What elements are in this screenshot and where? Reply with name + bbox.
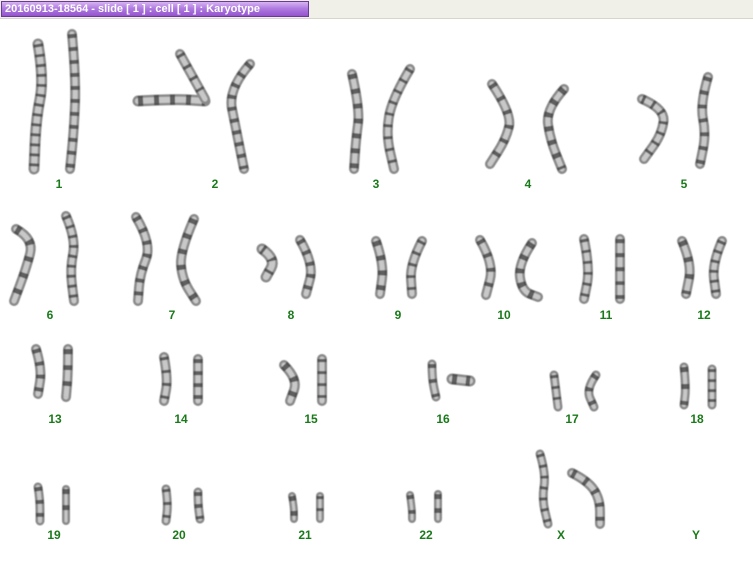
chromosome-chr-17-b	[584, 370, 601, 412]
label-chr-3: 3	[372, 177, 380, 191]
label-chr-16: 16	[436, 412, 450, 426]
chromosome-chr-2-b	[175, 49, 210, 104]
label-chr-22: 22	[419, 528, 433, 542]
chromosome-chr-13-a	[31, 344, 46, 399]
chromosome-highlight	[161, 354, 170, 404]
chromosome-chr-6-b	[61, 211, 79, 306]
chromosome-chr-3-a	[347, 69, 364, 174]
chromosome-chr-1-a	[28, 38, 48, 175]
chromosome-chr-20-b	[193, 487, 205, 524]
label-chr-6: 6	[46, 308, 54, 322]
chromosome-chr-4-a	[485, 79, 515, 169]
window-title-tab[interactable]: 20160913-18564 - slide [ 1 ] : cell [ 1 …	[1, 1, 309, 17]
label-chr-13: 13	[48, 412, 62, 426]
chromosome-chr-16-b	[446, 373, 476, 387]
chromosome-highlight	[63, 346, 71, 400]
chromosome-chr-11-a	[579, 234, 593, 304]
chromosome-chr-5-a	[637, 94, 669, 164]
chromosome-chr-16-a	[427, 359, 441, 402]
label-chr-19: 19	[47, 528, 61, 542]
label-chr-7: 7	[168, 308, 176, 322]
label-chr-5: 5	[680, 177, 688, 191]
label-chr-14: 14	[174, 412, 188, 426]
chromosome-chr-20-a	[161, 484, 172, 526]
label-chr-15: 15	[304, 412, 318, 426]
label-chr-20: 20	[172, 528, 186, 542]
karyogram-area: 1 2 3 4 5 6 7 8 9 10 11 12 13 14 15 16 1…	[0, 19, 753, 579]
karyotype-window: 20160913-18564 - slide [ 1 ] : cell [ 1 …	[0, 0, 753, 579]
chromosome-chr-2-a	[132, 94, 211, 107]
chromosome-chr-9-a	[371, 236, 388, 299]
chromosome-chr-8-a	[256, 243, 278, 283]
label-chr-y: Y	[691, 528, 700, 542]
title-bar: 20160913-18564 - slide [ 1 ] : cell [ 1 …	[0, 0, 753, 19]
label-chr-11: 11	[599, 308, 613, 322]
chromosome-chr-6-a	[9, 224, 36, 306]
chromosome-chr-3-b	[382, 64, 415, 174]
label-chr-18: 18	[690, 412, 704, 426]
chromosome-chr-7-a	[131, 212, 153, 306]
chromosome-chr-9-b	[405, 236, 427, 299]
chromosome-chr-22-a	[406, 491, 416, 523]
chromosome-chr-1-b	[65, 29, 81, 174]
chromosome-chr-13-b	[61, 344, 73, 402]
chromosome-chr-x-a	[535, 449, 553, 529]
chromosome-chr-15-a	[279, 360, 300, 406]
label-chr-10: 10	[497, 308, 511, 322]
chromosome-chr-5-b	[695, 72, 713, 169]
chromosome-chr-14-a	[159, 352, 172, 406]
chromosome-chr-12-b	[708, 236, 727, 299]
chromosome-highlight	[177, 51, 208, 102]
chromosome-chr-x-b	[567, 468, 605, 529]
chromosome-chr-8-b	[295, 235, 316, 299]
chromosome-chr-4-b	[542, 84, 569, 174]
chromosome-chr-7-b	[175, 214, 201, 306]
label-chr-1: 1	[55, 177, 63, 191]
chromosome-chr-12-a	[677, 236, 695, 299]
label-chr-12: 12	[697, 308, 711, 322]
label-chr-x: X	[556, 528, 565, 542]
chromosome-canvas	[9, 29, 727, 529]
label-chr-17: 17	[565, 412, 579, 426]
chromosome-chr-10-b	[514, 238, 543, 302]
label-chr-9: 9	[394, 308, 402, 322]
chromosome-chr-21-a	[288, 492, 298, 523]
chromosome-chr-2-c	[226, 59, 255, 174]
label-chr-4: 4	[524, 177, 532, 191]
label-chr-8: 8	[287, 308, 295, 322]
chromosome-chr-19-a	[33, 482, 45, 526]
chromosome-chr-10-a	[475, 235, 496, 300]
chromosome-chr-17-a	[549, 370, 563, 412]
chromosome-chr-18-a	[679, 362, 690, 410]
label-chr-21: 21	[298, 528, 312, 542]
label-chr-2: 2	[211, 177, 219, 191]
